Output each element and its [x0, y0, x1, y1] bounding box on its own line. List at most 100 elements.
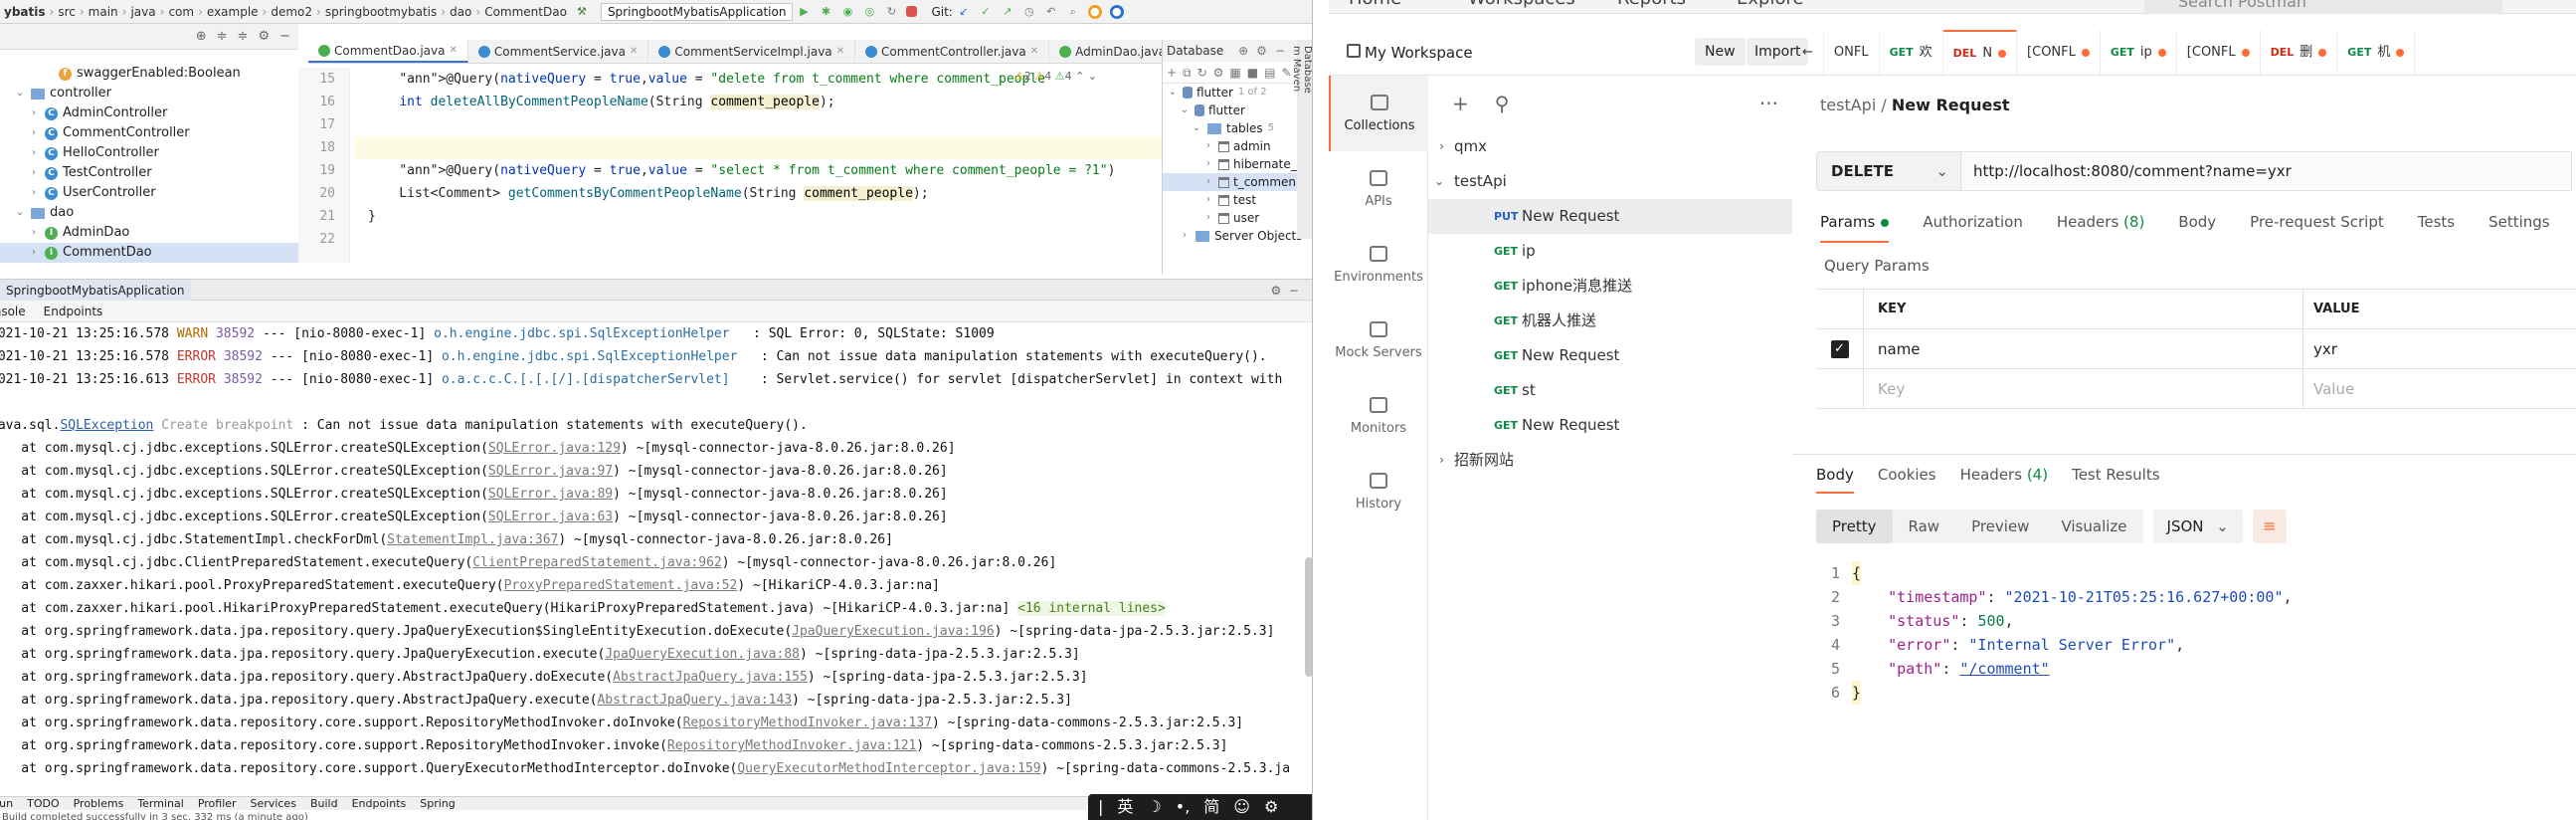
request-item[interactable]: GET 机器人推送	[1428, 304, 1792, 338]
format-tab-raw[interactable]: Raw	[1893, 510, 1956, 543]
tree-item[interactable]: › C HelloController	[0, 143, 298, 163]
workspace-name[interactable]: My Workspace	[1365, 44, 1473, 62]
tree-item[interactable]: › I CommentDao	[0, 243, 298, 263]
editor-tab[interactable]: CommentDao.java ✕	[308, 40, 468, 63]
stop-icon[interactable]	[906, 6, 918, 17]
request-tab[interactable]: DEL 删	[2261, 30, 2338, 75]
minimize-icon[interactable]: −	[279, 29, 290, 44]
run-tab[interactable]: SpringbootMybatisApplication	[0, 280, 191, 302]
bottom-tab[interactable]: Problems	[74, 797, 124, 810]
add-icon[interactable]: ⊕	[196, 29, 207, 44]
expand-arrow-icon[interactable]: ⌄	[14, 84, 26, 103]
gear-icon[interactable]: ⚙	[258, 29, 270, 44]
run-icon[interactable]: ▶	[797, 5, 811, 19]
search-input[interactable]: Search Postman	[2144, 0, 2502, 14]
filter-icon[interactable]: ⚲	[1495, 92, 1510, 115]
ime-toolbar[interactable]: | 英 ☽ •, 简 ☺ ⚙	[1088, 794, 1312, 820]
ime-button[interactable]: 简	[1203, 794, 1219, 820]
editor-tab[interactable]: CommentServiceImpl.java ✕	[648, 40, 856, 63]
editor-tab[interactable]: CommentController.java ✕	[855, 40, 1050, 63]
response-tab-headers[interactable]: Headers (4)	[1960, 466, 2048, 494]
response-tab-test-results[interactable]: Test Results	[2072, 466, 2159, 494]
source-link[interactable]: AbstractJpaQuery.java:143	[597, 693, 792, 708]
close-icon[interactable]: ✕	[449, 40, 457, 63]
collapse-arrow-icon[interactable]: ›	[28, 223, 40, 243]
history-icon[interactable]: ◷	[1022, 5, 1036, 19]
console-output[interactable]: 2021-10-21 13:25:16.578 WARN 38592 --- […	[0, 322, 1305, 796]
close-icon[interactable]: ✕	[1030, 40, 1038, 63]
request-item[interactable]: GET New Request	[1428, 338, 1792, 373]
top-nav-item[interactable]: Workspaces	[1468, 0, 1575, 9]
top-nav-item[interactable]: Home	[1349, 0, 1401, 9]
source-link[interactable]: StatementImpl.java:367	[387, 532, 558, 547]
source-link[interactable]: JpaQueryExecution.java:196	[792, 624, 995, 639]
request-tab[interactable]: DEL N	[1942, 30, 2018, 75]
debug-icon[interactable]: ✱	[819, 5, 832, 19]
tab-authorization[interactable]: Authorization	[1923, 213, 2022, 243]
git-commit-icon[interactable]: ✓	[979, 5, 993, 19]
source-link[interactable]: ClientPreparedStatement.java:962	[472, 555, 721, 570]
request-tab[interactable]: ONFL	[1824, 30, 1880, 75]
ime-button[interactable]: •,	[1176, 794, 1191, 820]
request-tab[interactable]: GET 欢	[1880, 30, 1943, 75]
expand-arrow-icon[interactable]: ›	[1202, 191, 1214, 209]
format-type-select[interactable]: JSON ⌄	[2152, 510, 2243, 543]
request-name[interactable]: New Request	[1892, 96, 2010, 114]
bottom-tab[interactable]: Endpoints	[352, 797, 407, 810]
expand-arrow-icon[interactable]: ›	[1179, 227, 1191, 245]
update-icon[interactable]: ●	[1087, 4, 1102, 19]
add-collection-icon[interactable]: +	[1452, 92, 1469, 115]
format-tab-visualize[interactable]: Visualize	[2045, 510, 2142, 543]
source-link[interactable]: SQLError.java:97	[488, 464, 613, 479]
internal-lines-toggle[interactable]: <16 internal lines>	[1017, 601, 1166, 616]
expand-all-icon[interactable]: ≑	[238, 29, 249, 44]
expand-arrow-icon[interactable]: ⌄	[1179, 102, 1191, 119]
rollback-icon[interactable]: ↶	[1044, 5, 1058, 19]
bottom-tab[interactable]: Terminal	[137, 797, 184, 810]
request-tab[interactable]: [CONFL	[2177, 30, 2261, 75]
editor-tab[interactable]: CommentService.java ✕	[468, 40, 649, 63]
side-strip-label[interactable]: Database	[1302, 46, 1312, 221]
exception-link[interactable]: SQLException	[60, 418, 153, 433]
next-highlight-icon[interactable]: ⌄	[1088, 70, 1097, 83]
breadcrumb-item[interactable]: example	[203, 5, 263, 19]
inspection-widget[interactable]: ⚠2 ⚠4 ⚠4 ⌃ ⌄	[1014, 70, 1097, 83]
bottom-tab[interactable]: TODO	[27, 797, 60, 810]
breadcrumb-item[interactable]: dao	[446, 5, 475, 19]
prev-highlight-icon[interactable]: ⌃	[1075, 70, 1084, 83]
collapse-arrow-icon[interactable]: ›	[28, 123, 40, 143]
source-link[interactable]: ProxyPreparedStatement.java:52	[504, 578, 738, 593]
tree-item[interactable]: f swaggerEnabled:Boolean	[0, 64, 298, 84]
bottom-tab[interactable]: Run	[0, 797, 13, 810]
bottom-tab[interactable]: Spring	[420, 797, 456, 810]
tab-headers[interactable]: Headers (8)	[2057, 213, 2144, 243]
wrap-lines-icon[interactable]: ≡	[2252, 510, 2287, 543]
breadcrumb-item[interactable]: CommentDao	[480, 5, 571, 19]
sidebar-item-apis[interactable]: APIs	[1329, 151, 1428, 227]
rerun-icon[interactable]: ↻	[884, 5, 898, 19]
tree-item[interactable]: ⌄ dao	[0, 203, 298, 223]
tree-item[interactable]: ⌄ controller	[0, 84, 298, 103]
param-checkbox[interactable]: ✓	[1830, 339, 1849, 358]
bottom-tab[interactable]: Profiler	[198, 797, 237, 810]
request-tab[interactable]: GET 机	[2337, 30, 2416, 75]
tab-body[interactable]: Body	[2178, 213, 2216, 243]
source-link[interactable]: RepositoryMethodInvoker.java:121	[667, 738, 916, 753]
run-configuration-select[interactable]: SpringbootMybatisApplication	[600, 2, 794, 21]
code-editor[interactable]: "ann">@Query(nativeQuery = true,value = …	[354, 68, 1162, 263]
bottom-tab[interactable]: Services	[251, 797, 296, 810]
collection-item[interactable]: ⌄ testApi	[1428, 164, 1792, 199]
new-param-value-input[interactable]: Value	[2303, 369, 2576, 409]
json-value[interactable]: "/comment"	[1959, 657, 2049, 681]
new-param-key-input[interactable]: Key	[1864, 368, 2303, 409]
tree-item[interactable]: › C CommentController	[0, 123, 298, 143]
tab-pre-request-script[interactable]: Pre-request Script	[2250, 213, 2384, 243]
ime-button[interactable]: ☽	[1147, 794, 1161, 820]
right-tool-strip[interactable]: Database m Maven	[1291, 40, 1312, 239]
close-icon[interactable]: ✕	[836, 40, 844, 63]
breadcrumb-item[interactable]: main	[85, 5, 122, 19]
tab-settings[interactable]: Settings	[2488, 213, 2550, 243]
sidebar-item-history[interactable]: History	[1329, 454, 1428, 529]
run-subtab[interactable]: Endpoints	[44, 305, 103, 318]
source-link[interactable]: QueryExecutorMethodInterceptor.java:159	[737, 761, 1040, 776]
